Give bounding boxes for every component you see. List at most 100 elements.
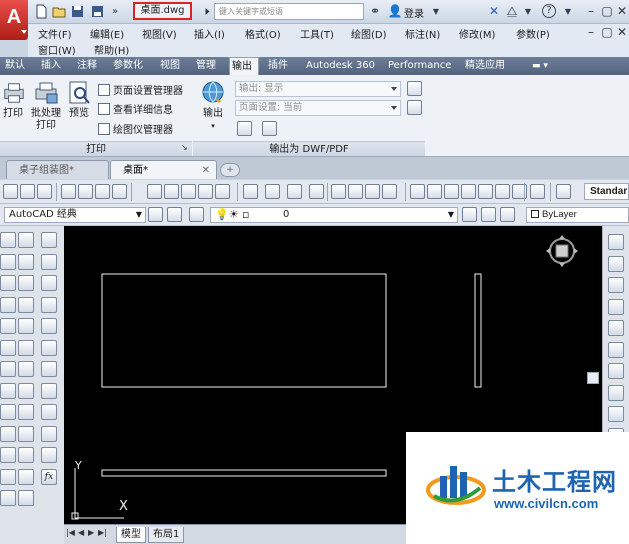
function-icon[interactable]: fx — [41, 468, 57, 485]
login-dropdown-icon[interactable]: ▼ — [428, 4, 444, 19]
doc-close-icon[interactable]: ✕ — [615, 24, 629, 40]
tab-plugins[interactable]: 插件 — [266, 57, 290, 75]
redo-list-icon[interactable] — [309, 184, 324, 199]
print-panel-launcher-icon[interactable]: ↘ — [181, 143, 188, 152]
customize-icon[interactable] — [167, 207, 182, 222]
qnew-icon[interactable] — [3, 184, 18, 199]
tab-nav-prev-icon[interactable]: ◀ — [78, 528, 84, 537]
snap-none-icon[interactable] — [41, 447, 57, 463]
tab-insert[interactable]: 插入 — [39, 57, 63, 75]
export-settings-icon[interactable] — [407, 81, 422, 96]
save-icon[interactable] — [37, 184, 52, 199]
scrollbar-thumb[interactable] — [587, 372, 599, 384]
snap-parallel-icon[interactable] — [41, 404, 57, 420]
binoculars-icon[interactable]: ⚭ — [367, 4, 383, 19]
autodesk-360-icon[interactable]: ⧋ — [504, 4, 520, 19]
mirror-icon[interactable] — [18, 275, 34, 291]
angular-dimension-icon[interactable] — [608, 384, 624, 401]
markup-set-icon[interactable] — [478, 184, 493, 199]
page-setup-combo[interactable]: 页面设置: 当前 — [235, 100, 401, 116]
snap-midpoint-icon[interactable] — [41, 275, 57, 291]
doc-restore-icon[interactable]: ▢ — [600, 24, 614, 40]
color-dropdown[interactable]: ByLayer — [526, 207, 629, 223]
search-input[interactable]: 键入关键字或短语 — [214, 3, 364, 20]
trim-icon[interactable] — [18, 425, 34, 442]
quick-access-more-icon[interactable]: » — [112, 4, 127, 19]
menu-edit[interactable]: 编辑(E) — [90, 26, 124, 41]
workspace-dropdown[interactable]: AutoCAD 经典 ▼ — [4, 207, 146, 223]
page-setup-manager-button[interactable]: 页面设置管理器 — [98, 82, 183, 97]
help-dropdown-icon[interactable]: ▼ — [560, 4, 576, 19]
spline-icon[interactable] — [0, 404, 16, 420]
menu-draw[interactable]: 绘图(D) — [351, 26, 387, 41]
snap-tangent-icon[interactable] — [41, 361, 57, 377]
polyline-icon[interactable] — [0, 275, 16, 291]
batch-plot-button[interactable]: 批处理打印 — [29, 80, 63, 132]
export-preview-icon[interactable] — [237, 121, 252, 136]
revision-cloud-icon[interactable] — [0, 382, 16, 399]
tab-model[interactable]: 模型 — [116, 527, 146, 543]
user-icon[interactable]: 👤 — [387, 4, 403, 19]
construction-line-icon[interactable] — [0, 253, 16, 270]
menu-insert[interactable]: 插入(I) — [194, 26, 225, 41]
quick-dimension-icon[interactable] — [608, 406, 624, 422]
line-icon[interactable] — [0, 232, 16, 248]
open-file-icon[interactable] — [52, 4, 67, 19]
tab-manage[interactable]: 管理 — [194, 57, 218, 75]
snap-insert-icon[interactable] — [41, 425, 57, 442]
layer-states-icon[interactable] — [500, 207, 515, 222]
application-menu-button[interactable]: A — [0, 0, 28, 40]
erase-icon[interactable] — [18, 232, 34, 248]
restore-window-icon[interactable]: ▢ — [600, 3, 614, 19]
menu-parametric[interactable]: 参数(P) — [516, 26, 550, 41]
snap-from-icon[interactable] — [41, 232, 57, 248]
autodesk-360-dropdown-icon[interactable]: ▼ — [520, 4, 536, 19]
text-style-dropdown[interactable]: Standar — [584, 183, 629, 200]
new-file-icon[interactable] — [34, 4, 49, 19]
tab-nav-first-icon[interactable]: |◀ — [66, 528, 75, 537]
copy-object-icon[interactable] — [18, 253, 34, 270]
break-icon[interactable] — [18, 468, 34, 485]
extend-icon[interactable] — [18, 447, 34, 463]
login-button[interactable]: 登录 — [404, 5, 424, 20]
3d-dwf-icon[interactable] — [112, 184, 127, 199]
text-style-icon[interactable] — [556, 184, 571, 199]
circle-icon[interactable] — [0, 361, 16, 377]
export-button[interactable]: 输出 ▾ — [196, 80, 230, 132]
sheet-set-icon[interactable] — [461, 184, 476, 199]
ordinate-dimension-icon[interactable] — [608, 298, 624, 315]
plot-icon[interactable] — [61, 184, 76, 199]
menu-modify[interactable]: 修改(M) — [459, 26, 495, 41]
ribbon-minimize-icon[interactable]: ▬ ▾ — [530, 57, 550, 75]
make-current-layer-icon[interactable] — [462, 207, 477, 222]
save-icon[interactable] — [70, 4, 85, 19]
view-details-button[interactable]: 查看详细信息 — [98, 101, 173, 116]
undo-icon[interactable] — [243, 184, 258, 199]
rectangle-icon[interactable] — [0, 318, 16, 334]
page-setup-override-icon[interactable] — [407, 100, 422, 115]
search-expand-icon[interactable] — [200, 4, 210, 19]
new-tab-button[interactable]: + — [220, 163, 240, 177]
offset-icon[interactable] — [18, 296, 34, 313]
menu-view[interactable]: 视图(V) — [142, 26, 177, 41]
snap-perpendicular-icon[interactable] — [41, 382, 57, 399]
plotter-manager-button[interactable]: 绘图仪管理器 — [98, 121, 173, 136]
copy-icon[interactable] — [164, 184, 179, 199]
tab-parametric[interactable]: 参数化 — [111, 57, 145, 75]
undo-list-icon[interactable] — [287, 184, 302, 199]
ellipse-icon[interactable] — [0, 425, 16, 442]
close-window-icon[interactable]: ✕ — [615, 3, 629, 19]
zoom-previous-icon[interactable] — [382, 184, 397, 199]
tool-palettes-icon[interactable] — [444, 184, 459, 199]
array-icon[interactable] — [18, 318, 34, 334]
move-icon[interactable] — [18, 339, 34, 356]
workspace-settings-icon[interactable] — [148, 207, 163, 222]
cut-icon[interactable] — [147, 184, 162, 199]
design-center-icon[interactable] — [427, 184, 442, 199]
minimize-window-icon[interactable]: – — [584, 3, 598, 19]
diameter-dimension-icon[interactable] — [608, 363, 624, 379]
zoom-window-icon[interactable] — [365, 184, 380, 199]
zoom-realtime-icon[interactable] — [348, 184, 363, 199]
snap-center-icon[interactable] — [41, 318, 57, 334]
tab-annotate[interactable]: 注释 — [75, 57, 99, 75]
